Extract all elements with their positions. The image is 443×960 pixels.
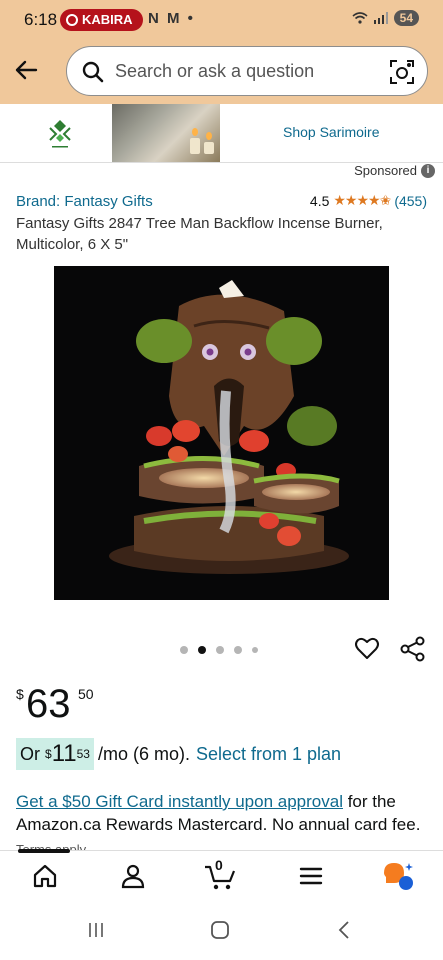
select-plan-link[interactable]: Select from 1 plan	[196, 744, 341, 765]
signal-icon	[373, 12, 388, 24]
bottom-nav: 0	[0, 849, 443, 901]
price-currency: $	[16, 686, 24, 702]
plan-whole: 11	[51, 740, 77, 767]
share-icon[interactable]	[400, 636, 426, 662]
credit-card-promo: Get a $50 Gift Card instantly upon appro…	[16, 790, 426, 850]
battery-indicator: 54	[393, 10, 419, 26]
installment-plan[interactable]: Or $11 53 /mo (6 mo). Select from 1 plan	[16, 738, 341, 770]
cart-count: 0	[215, 857, 223, 873]
flame-shape	[192, 128, 198, 136]
notification-icons: N M •	[148, 10, 195, 27]
carousel-dot-active[interactable]	[198, 646, 206, 654]
status-right: 54	[352, 10, 419, 26]
rating-summary[interactable]: 4.5 ★★★★✬ (455)	[310, 192, 427, 209]
app-header: 6:18 KABIRA N M • 54 Search or ask a que…	[0, 0, 443, 104]
price-fraction: 50	[78, 686, 94, 702]
status-time: 6:18	[24, 10, 58, 29]
price-whole: 63	[26, 682, 71, 726]
sponsored-banner[interactable]: Shop Sarimoire	[0, 104, 443, 163]
recent-apps-icon[interactable]	[86, 920, 106, 940]
search-placeholder: Search or ask a question	[115, 61, 315, 81]
carousel-dot[interactable]	[252, 647, 258, 653]
product-image[interactable]	[54, 266, 389, 600]
brand-link[interactable]: Brand: Fantasy Gifts	[16, 193, 153, 210]
banner-product-image[interactable]	[112, 104, 220, 162]
plan-fraction: 53	[76, 747, 90, 761]
plan-term: /mo (6 mo).	[97, 743, 190, 764]
plan-or: Or	[20, 743, 40, 764]
star-rating-icon: ★★★★✬	[333, 192, 391, 208]
carousel-dot[interactable]	[234, 646, 242, 654]
image-carousel-dots[interactable]	[180, 646, 258, 654]
record-icon	[66, 14, 78, 26]
sponsored-label[interactable]: Sponsored i	[354, 163, 435, 178]
shop-brand-link[interactable]: Shop Sarimoire	[283, 124, 380, 140]
candle-shape	[204, 142, 214, 154]
rating-value: 4.5	[309, 192, 330, 209]
system-navigation-bar	[0, 900, 443, 960]
gift-card-promo-link[interactable]: Get a $50 Gift Card instantly upon appro…	[16, 792, 343, 811]
menu-icon[interactable]	[298, 863, 324, 889]
product-title: Fantasy Gifts 2847 Tree Man Backflow Inc…	[16, 215, 383, 253]
notification-pill[interactable]: KABIRA	[60, 9, 143, 31]
account-icon[interactable]	[120, 863, 146, 889]
incense-burner-illustration	[109, 280, 349, 574]
back-arrow-icon[interactable]	[12, 56, 40, 84]
home-button-icon[interactable]	[210, 920, 230, 940]
heart-icon[interactable]	[354, 636, 380, 662]
sponsored-text: Sponsored	[354, 163, 417, 178]
installment-price: Or $11 53	[16, 738, 94, 770]
active-tab-indicator	[18, 849, 70, 853]
home-icon[interactable]	[32, 863, 58, 889]
plan-currency: $	[45, 747, 52, 761]
rufus-assistant-icon[interactable]	[382, 861, 416, 891]
candle-shape	[190, 138, 200, 154]
pill-label: KABIRA	[82, 12, 133, 27]
rating-count[interactable]: (455)	[394, 193, 427, 209]
system-back-icon[interactable]	[336, 920, 352, 940]
cart-button[interactable]: 0	[204, 857, 238, 891]
search-input[interactable]: Search or ask a question	[66, 46, 428, 96]
carousel-dot[interactable]	[180, 646, 188, 654]
info-icon[interactable]: i	[421, 163, 435, 178]
brand-logo	[49, 120, 71, 148]
flame-shape	[206, 132, 212, 140]
search-icon	[82, 61, 104, 83]
carousel-dot[interactable]	[216, 646, 224, 654]
status-bar: 6:18 KABIRA N M • 54	[0, 0, 443, 40]
wifi-icon	[352, 12, 368, 24]
camera-search-icon[interactable]	[389, 59, 415, 85]
